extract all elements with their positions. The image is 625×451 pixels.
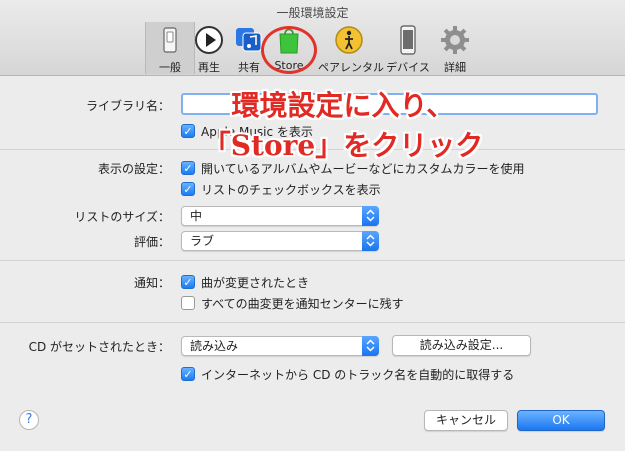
cd-action-popup[interactable]: 読み込み	[181, 336, 379, 356]
popup-arrows-icon	[362, 336, 379, 356]
parental-icon	[335, 26, 363, 54]
play-icon	[195, 26, 223, 54]
tab-devices-label: デバイス	[386, 61, 430, 74]
toolbar: 一般環境設定 一般 再生 共有 Store ペアレンタル デバイス 詳細	[0, 0, 625, 76]
song-change-option[interactable]: 曲が変更されたとき	[181, 274, 309, 290]
rating-value: ラブ	[190, 234, 215, 248]
import-settings-button[interactable]: 読み込み設定...	[392, 335, 531, 356]
song-change-checkbox[interactable]	[181, 275, 195, 289]
annotation-line-2: 「Store」をクリック	[202, 129, 484, 162]
notification-center-label: すべての曲変更を通知センターに残す	[201, 296, 404, 311]
notification-center-checkbox[interactable]	[181, 296, 195, 310]
song-change-label: 曲が変更されたとき	[201, 275, 310, 290]
tab-advanced-label: 詳細	[444, 61, 466, 74]
cancel-button[interactable]: キャンセル	[424, 410, 508, 431]
list-checkbox-label: リストのチェックボックスを表示	[201, 182, 381, 197]
notification-center-option[interactable]: すべての曲変更を通知センターに残す	[181, 295, 404, 311]
fetch-track-names-option[interactable]: インターネットから CD のトラック名を自動的に取得する	[181, 366, 514, 382]
rating-popup[interactable]: ラブ	[181, 231, 379, 251]
ok-button[interactable]: OK	[517, 410, 605, 431]
device-icon	[400, 25, 416, 55]
list-checkbox-option[interactable]: リストのチェックボックスを表示	[181, 181, 381, 197]
popup-arrows-icon	[362, 231, 379, 251]
annotation-line-1: 環境設定に入り、	[231, 89, 455, 122]
fetch-track-names-label: インターネットから CD のトラック名を自動的に取得する	[201, 367, 515, 382]
list-checkbox-checkbox[interactable]	[181, 182, 195, 196]
store-highlight-circle	[261, 26, 317, 74]
list-size-label: リストのサイズ：	[74, 210, 170, 224]
preferences-window: 一般環境設定 一般 再生 共有 Store ペアレンタル デバイス 詳細 ライブ…	[0, 0, 625, 451]
display-settings-label: 表示の設定：	[97, 162, 170, 176]
list-size-popup[interactable]: 中	[181, 206, 379, 226]
tab-parental[interactable]: ペアレンタル	[318, 22, 384, 74]
window-title: 一般環境設定	[276, 6, 349, 20]
tab-advanced[interactable]: 詳細	[430, 22, 480, 74]
list-size-value: 中	[190, 209, 203, 223]
help-button[interactable]: ?	[19, 410, 39, 430]
cd-action-value: 読み込み	[190, 339, 239, 353]
rating-label: 評価：	[133, 235, 170, 249]
cd-insert-label: CD がセットされたとき：	[28, 340, 170, 354]
notifications-label: 通知：	[133, 276, 170, 290]
divider	[0, 260, 625, 261]
library-name-label: ライブラリ名：	[85, 99, 170, 113]
switch-icon	[163, 27, 177, 53]
gear-icon	[441, 26, 469, 54]
instruction-annotation: 環境設定に入り、 「Store」をクリック	[178, 86, 508, 166]
divider	[0, 322, 625, 323]
tab-parental-label: ペアレンタル	[318, 61, 384, 74]
tab-devices[interactable]: デバイス	[383, 22, 433, 74]
fetch-track-names-checkbox[interactable]	[181, 367, 195, 381]
popup-arrows-icon	[362, 206, 379, 226]
